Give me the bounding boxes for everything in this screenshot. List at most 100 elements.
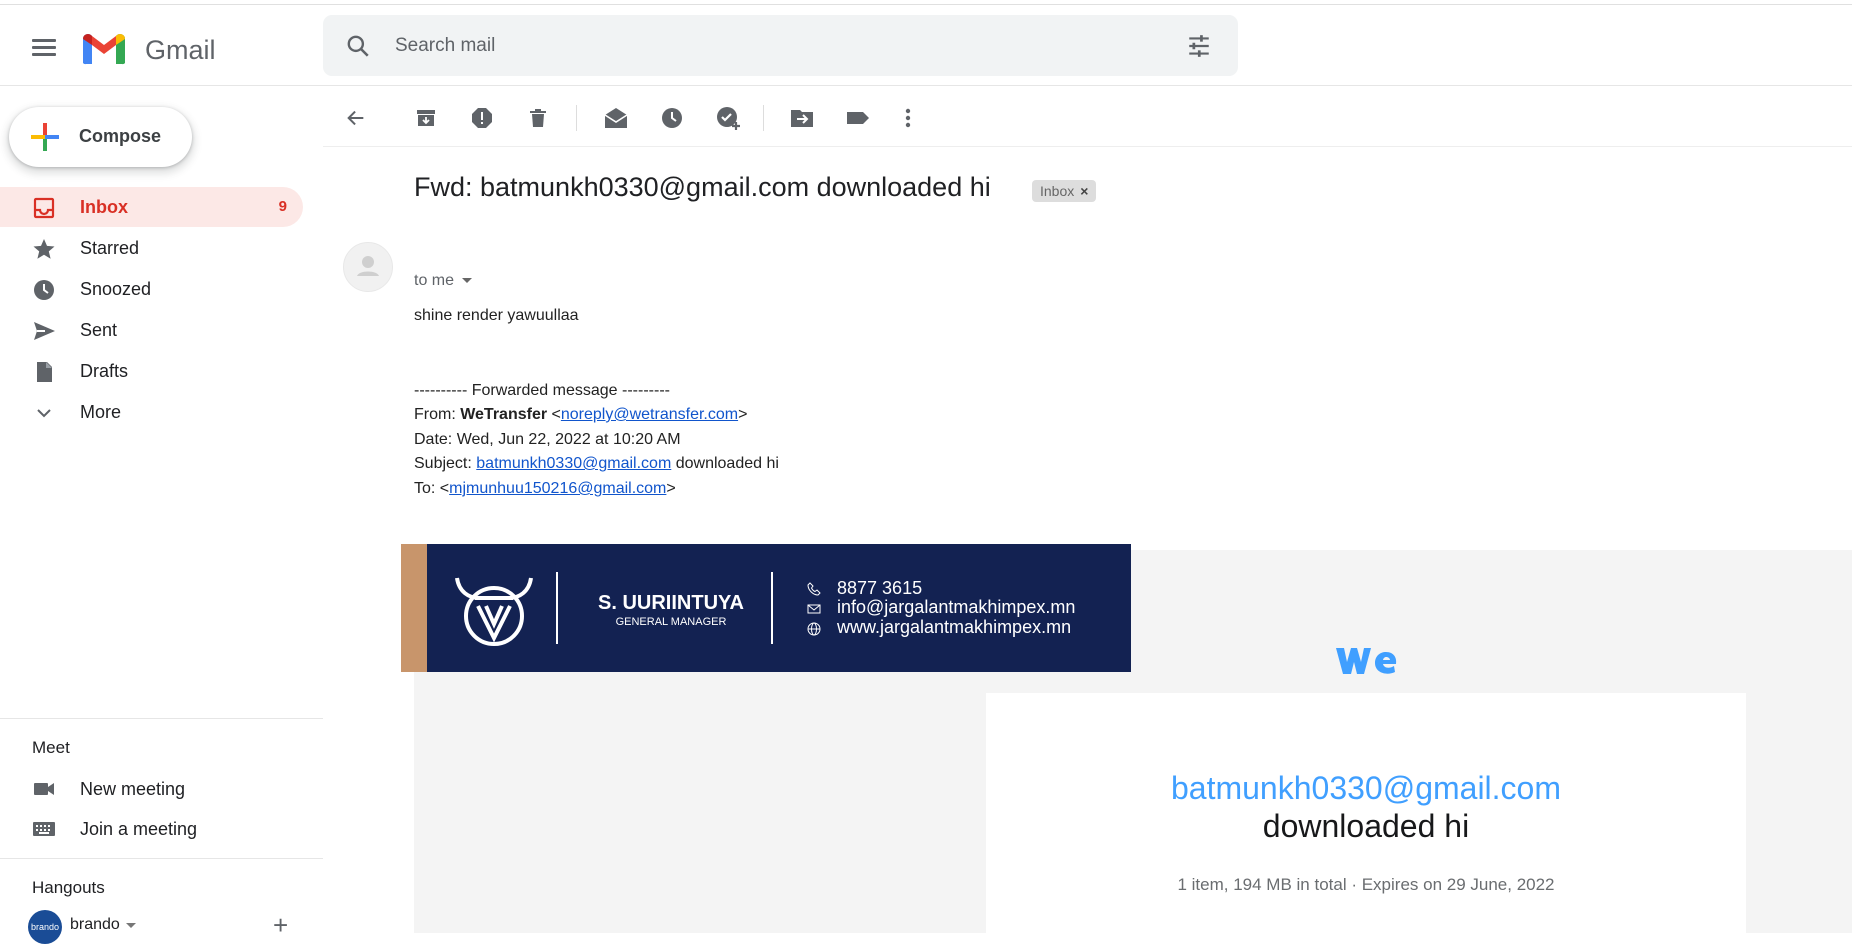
from-label: From: [414,406,461,423]
back-icon [347,110,364,126]
archive-icon [417,110,435,126]
delete-button[interactable] [523,103,553,133]
label-icon [847,112,869,124]
toolbar-separator [763,105,764,131]
to-label: To: < [414,480,450,497]
join-meeting-button[interactable]: Join a meeting [0,810,303,848]
to-close: > [666,480,676,497]
hangouts-section-title: Hangouts [32,878,105,897]
keyboard-icon [33,822,55,836]
report-spam-icon [472,108,492,128]
remove-label-icon[interactable]: × [1080,183,1088,199]
forwarded-from-line: From: WeTransfer <noreply@wetransfer.com… [414,406,748,423]
move-to-button[interactable] [787,103,817,133]
add-icon[interactable]: + [273,910,288,941]
signature-name: S. UURIINTUYA [598,592,744,614]
sidebar-item-label: Sent [80,320,118,340]
mark-unread-icon [604,108,628,128]
phone-icon [807,582,821,596]
chip-label: Inbox [1040,183,1075,199]
back-button[interactable] [341,103,371,133]
signature-phone: 8877 3615 [837,578,923,598]
caret-down-icon[interactable] [126,923,136,928]
wetransfer-transfer-info: 1 item, 194 MB in total · Expires on 29 … [1177,875,1555,894]
compose-plus-icon [31,123,59,151]
delete-icon [530,109,546,127]
bull-logo-icon [455,577,533,646]
recipient-details-toggle[interactable]: to me [414,272,473,290]
recipient-label: to me [414,272,455,289]
wetransfer-logo-icon [1336,648,1397,674]
sidebar-item-label: Drafts [80,361,129,381]
search-input[interactable] [395,29,1115,63]
sidebar-divider [0,858,323,859]
signature-divider [771,572,773,644]
wetransfer-recipient-email[interactable]: batmunkh0330@gmail.com [986,770,1746,807]
wetransfer-card: batmunkh0330@gmail.com downloaded hi 1 i… [986,693,1746,933]
compose-button[interactable]: Compose [9,107,192,167]
forwarded-header: ---------- Forwarded message --------- [414,382,670,399]
add-task-button[interactable] [713,103,743,133]
more-options-button[interactable] [893,103,923,133]
clock-icon [34,280,54,300]
add-task-icon [717,107,740,130]
hangouts-user-name: brando [70,916,120,933]
sidebar-item-label: Snoozed [80,279,152,299]
sidebar-item-starred[interactable]: Starred [0,228,303,268]
subject-rest: downloaded hi [671,455,779,472]
avatar: brando [28,910,62,944]
move-to-icon [791,110,813,127]
app-name: Gmail [145,35,216,65]
send-icon [34,322,55,340]
sidebar-item-inbox[interactable]: Inbox 9 [0,187,303,227]
unread-count: 9 [278,198,287,215]
search-icon[interactable] [345,33,371,59]
sidebar-item-label: Inbox [80,197,128,217]
email-subject: Fwd: batmunkh0330@gmail.com downloaded h… [414,172,991,202]
sidebar-item-drafts[interactable]: Drafts [0,351,303,391]
archive-button[interactable] [411,103,441,133]
chevron-down-icon [37,409,51,418]
sidebar-item-label: More [80,402,122,422]
top-bar: Gmail [0,5,1852,86]
to-email-link[interactable]: mjmunhuu150216@gmail.com [449,480,666,497]
caret-down-icon [462,278,473,284]
signature-email: info@jargalantmakhimpex.mn [837,597,1076,617]
message-body-line: shine render yawuullaa [414,307,579,324]
mail-icon [807,604,821,614]
more-vert-icon [905,108,911,128]
sidebar-item-more[interactable]: More [0,392,303,432]
report-spam-button[interactable] [467,103,497,133]
new-meeting-button[interactable]: New meeting [0,770,303,808]
from-email-link[interactable]: noreply@wetransfer.com [561,406,738,423]
signature-banner: S. UURIINTUYA GENERAL MANAGER 8877 3615 … [427,544,1131,672]
toolbar-separator [576,105,577,131]
forwarded-subject-line: Subject: batmunkh0330@gmail.com download… [414,455,779,473]
inbox-label-chip[interactable]: Inbox × [1032,180,1097,202]
mark-unread-button[interactable] [601,103,631,133]
main-menu-button[interactable] [28,35,60,65]
star-icon [33,239,55,259]
sidebar-item-sent[interactable]: Sent [0,310,303,350]
video-icon [34,783,54,795]
sender-avatar[interactable] [343,242,393,292]
from-name: WeTransfer [460,406,548,423]
label-button[interactable] [843,103,873,133]
inbox-icon [33,197,55,219]
hangouts-user[interactable]: brando brando + [28,910,298,944]
forwarded-date-line: Date: Wed, Jun 22, 2022 at 10:20 AM [414,431,681,448]
signature-website: www.jargalantmakhimpex.mn [837,617,1072,637]
message-toolbar [323,87,1852,147]
signature-accent-strip [401,544,427,672]
wetransfer-downloaded-text: downloaded hi [1262,808,1470,844]
sidebar-item-snoozed[interactable]: Snoozed [0,269,303,309]
search-bar[interactable] [323,15,1238,76]
forwarded-to-line: To: <mjmunhuu150216@gmail.com> [414,480,676,498]
sidebar-item-label: Starred [80,238,140,258]
gmail-logo-icon[interactable] [80,30,128,66]
draft-icon [37,362,52,382]
search-options-icon[interactable] [1185,33,1213,59]
snooze-button[interactable] [657,103,687,133]
compose-label: Compose [79,126,162,146]
subject-email-link[interactable]: batmunkh0330@gmail.com [476,455,671,472]
